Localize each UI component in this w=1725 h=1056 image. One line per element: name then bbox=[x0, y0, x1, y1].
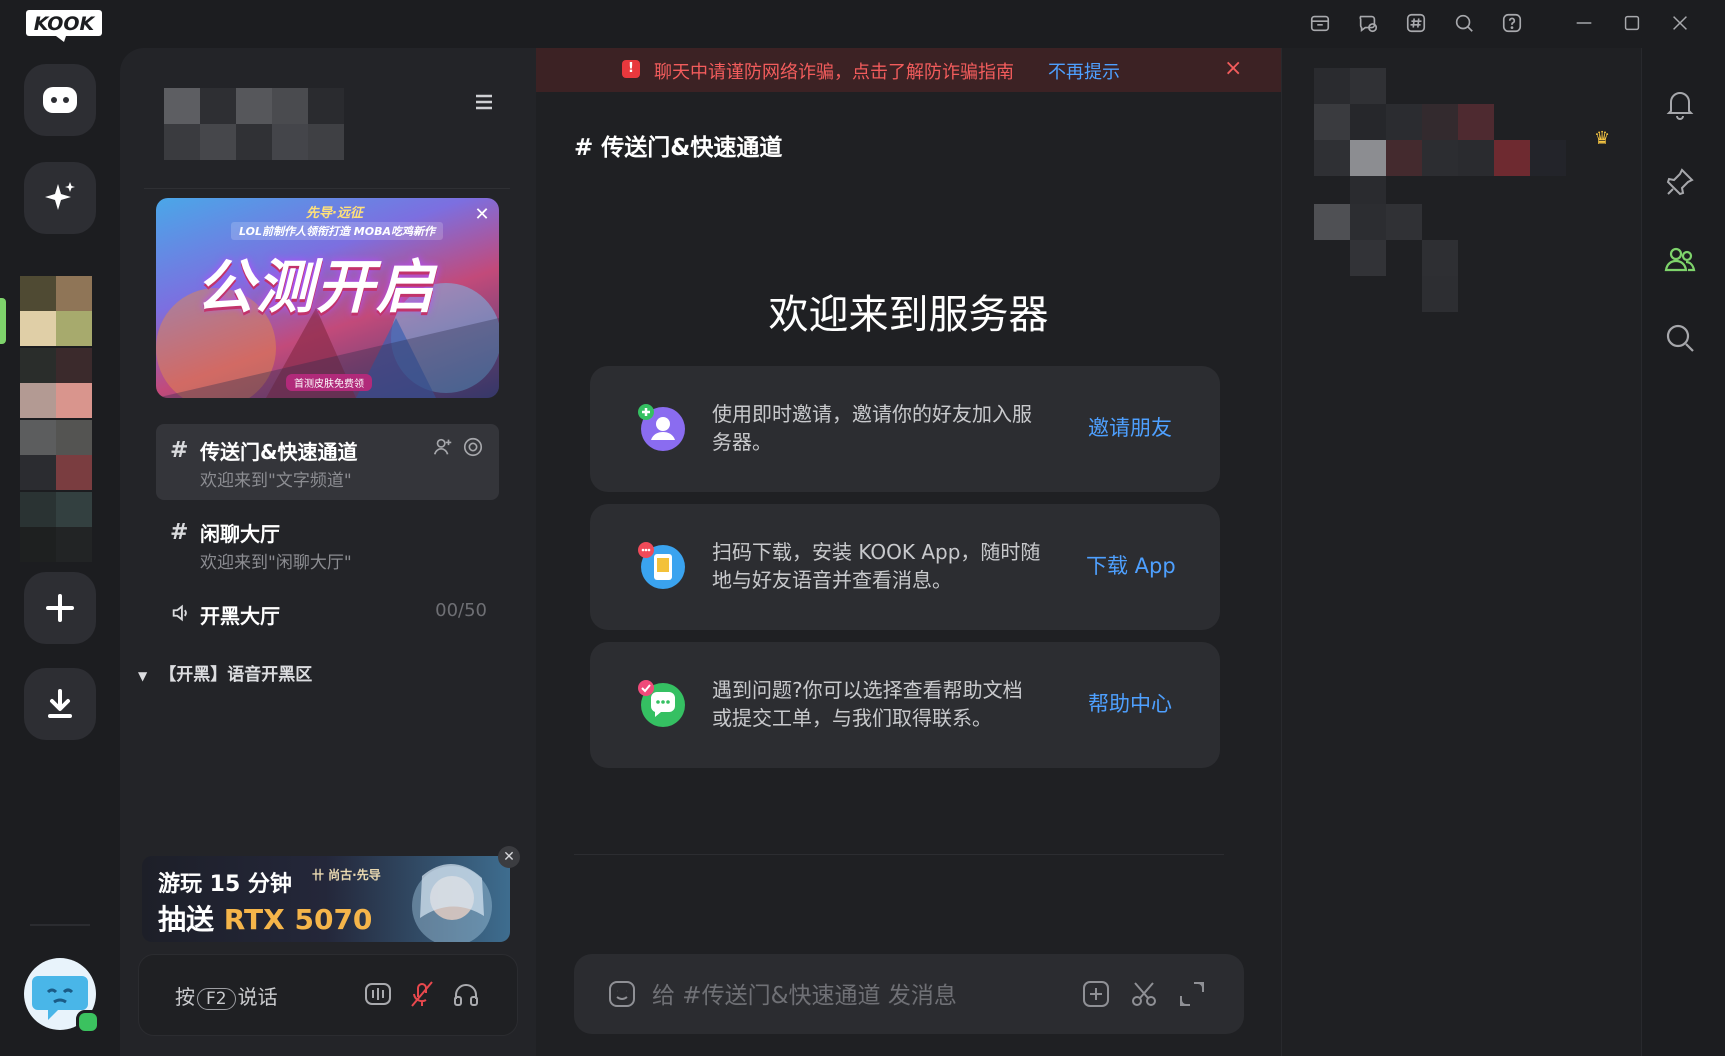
warning-icon: ! bbox=[622, 60, 640, 78]
maximize-icon[interactable] bbox=[1621, 12, 1643, 34]
alert-text[interactable]: 聊天中请谨防网络诈骗，点击了解防诈骗指南 bbox=[654, 58, 1014, 84]
gamepad-icon bbox=[43, 87, 77, 113]
message-divider bbox=[574, 854, 1224, 855]
category-voice[interactable]: ▼ 【开黑】语音开黑区 bbox=[138, 660, 312, 685]
store-icon[interactable] bbox=[1309, 12, 1331, 34]
hash-box-icon[interactable] bbox=[1405, 12, 1427, 34]
close-icon[interactable] bbox=[1669, 12, 1691, 34]
download-app-link[interactable]: 下载 App bbox=[1086, 550, 1176, 580]
card-text: 遇到问题?你可以选择查看帮助文档或提交工单，与我们取得联系。 bbox=[712, 678, 1023, 730]
channel-item-portal[interactable]: # 传送门&快速通道 欢迎来到"文字频道" bbox=[156, 424, 499, 500]
minimize-icon[interactable] bbox=[1573, 12, 1595, 34]
settings-gear-icon[interactable] bbox=[462, 436, 484, 458]
direct-message-button[interactable] bbox=[24, 64, 96, 136]
category-label: 【开黑】语音开黑区 bbox=[159, 665, 313, 685]
bell-icon[interactable] bbox=[1662, 86, 1698, 122]
banner-subtitle: LOL前制作人领衔打造 MOBA吃鸡新作 bbox=[231, 222, 444, 240]
chevron-down-icon: ▼ bbox=[138, 669, 148, 683]
download-icon bbox=[48, 689, 72, 718]
card-text: 扫码下载，安装 KOOK App，随时随地与好友语音并查看消息。 bbox=[712, 540, 1041, 592]
message-composer[interactable]: 给 #传送门&快速通道 发消息 bbox=[574, 954, 1244, 1034]
menu-icon[interactable] bbox=[472, 90, 496, 114]
promo-close-icon[interactable]: ✕ bbox=[498, 846, 520, 868]
search-icon[interactable] bbox=[1662, 320, 1698, 356]
rail-divider bbox=[30, 924, 90, 926]
plus-icon bbox=[46, 594, 74, 622]
server-icon-1[interactable] bbox=[20, 276, 92, 346]
channel-desc: 欢迎来到"文字频道" bbox=[200, 471, 352, 491]
scam-alert-bar: ! 聊天中请谨防网络诈骗，点击了解防诈骗指南 不再提示 × bbox=[536, 48, 1281, 92]
server-header[interactable] bbox=[120, 48, 536, 189]
channel-name: 开黑大厅 bbox=[200, 604, 280, 628]
server-icon-4[interactable] bbox=[20, 492, 92, 562]
push-to-talk-hint: 按 F2 说话 bbox=[175, 985, 278, 1010]
members-icon[interactable] bbox=[1662, 242, 1698, 278]
hash-icon: # bbox=[170, 438, 189, 463]
mobile-app-icon bbox=[638, 542, 685, 589]
download-button[interactable] bbox=[24, 668, 96, 740]
invite-user-icon bbox=[638, 404, 685, 451]
alert-close-icon[interactable]: × bbox=[1224, 56, 1242, 81]
chat-bubble-icon[interactable] bbox=[1357, 12, 1379, 34]
hash-icon: # bbox=[170, 520, 189, 545]
help-icon[interactable] bbox=[1501, 12, 1523, 34]
mic-muted-icon[interactable] bbox=[407, 979, 437, 1009]
channel-sidebar: 先导·远征 LOL前制作人领衔打造 MOBA吃鸡新作 公测开启 首测皮肤免费领 … bbox=[120, 48, 536, 1056]
discover-button[interactable] bbox=[24, 162, 96, 234]
invite-friends-link[interactable]: 邀请朋友 bbox=[1088, 412, 1172, 442]
banner-close-icon[interactable]: ✕ bbox=[473, 206, 491, 224]
promo-art bbox=[412, 863, 492, 942]
channel-item-lounge[interactable]: # 闲聊大厅 欢迎来到"闲聊大厅" bbox=[156, 506, 499, 582]
active-server-indicator bbox=[0, 298, 6, 344]
help-card: 遇到问题?你可以选择查看帮助文档或提交工单，与我们取得联系。 帮助中心 bbox=[590, 642, 1220, 768]
banner-tag: 首测皮肤免费领 bbox=[286, 374, 372, 391]
pin-icon[interactable] bbox=[1662, 164, 1698, 200]
expand-icon[interactable] bbox=[1176, 978, 1208, 1010]
soundboard-icon[interactable] bbox=[363, 979, 393, 1009]
event-banner[interactable]: 先导·远征 LOL前制作人领衔打造 MOBA吃鸡新作 公测开启 首测皮肤免费领 … bbox=[156, 198, 499, 398]
promo-line1: 游玩 15 分钟 bbox=[158, 872, 292, 897]
invite-card: 使用即时邀请，邀请你的好友加入服务器。 邀请朋友 bbox=[590, 366, 1220, 492]
headphones-icon[interactable] bbox=[451, 979, 481, 1009]
svg-text:KOOK: KOOK bbox=[34, 13, 96, 35]
promo-banner[interactable]: 游玩 15 分钟 卄 尚古·先导 抽送 RTX 5070 bbox=[142, 856, 510, 942]
server-icon-2[interactable] bbox=[20, 348, 92, 418]
channel-name: 传送门&快速通道 bbox=[200, 440, 358, 464]
sparkle-icon bbox=[45, 182, 75, 210]
banner-top-text: 先导·远征 bbox=[306, 206, 363, 221]
download-app-card: 扫码下载，安装 KOOK App，随时随地与好友语音并查看消息。 下载 App bbox=[590, 504, 1220, 630]
channel-title: # 传送门&快速通道 bbox=[574, 135, 783, 161]
banner-title: 公测开启 bbox=[196, 253, 437, 321]
add-server-button[interactable] bbox=[24, 572, 96, 644]
promo-line2: 抽送 RTX 5070 bbox=[158, 903, 373, 936]
invite-user-icon[interactable] bbox=[432, 436, 454, 458]
card-text: 使用即时邀请，邀请你的好友加入服务器。 bbox=[712, 402, 1032, 454]
scissors-icon[interactable] bbox=[1128, 978, 1160, 1010]
emoji-icon[interactable] bbox=[606, 978, 638, 1010]
channel-item-voice[interactable]: 开黑大厅 00/50 bbox=[156, 588, 499, 638]
online-status-dot bbox=[76, 1010, 100, 1034]
dismiss-alert-link[interactable]: 不再提示 bbox=[1048, 58, 1120, 84]
title-bar: KOOK bbox=[0, 0, 1725, 48]
search-icon[interactable] bbox=[1453, 12, 1475, 34]
channel-desc: 欢迎来到"闲聊大厅" bbox=[200, 553, 352, 573]
voice-control-bar: 按 F2 说话 bbox=[138, 954, 518, 1036]
channel-name: 闲聊大厅 bbox=[200, 522, 280, 546]
server-icon-3[interactable] bbox=[20, 420, 92, 490]
member-list bbox=[1281, 48, 1642, 1056]
kook-logo: KOOK bbox=[26, 10, 102, 42]
welcome-heading: 欢迎来到服务器 bbox=[768, 292, 1049, 338]
help-center-link[interactable]: 帮助中心 bbox=[1088, 688, 1172, 718]
voice-user-count: 00/50 bbox=[435, 600, 487, 621]
crown-icon: ♛ bbox=[1594, 128, 1611, 149]
promo-brand: 卄 尚古·先导 bbox=[312, 868, 381, 882]
help-chat-icon bbox=[638, 680, 685, 727]
add-attachment-icon[interactable] bbox=[1080, 978, 1112, 1010]
message-input[interactable]: 给 #传送门&快速通道 发消息 bbox=[652, 976, 957, 1010]
speaker-icon bbox=[170, 602, 192, 624]
